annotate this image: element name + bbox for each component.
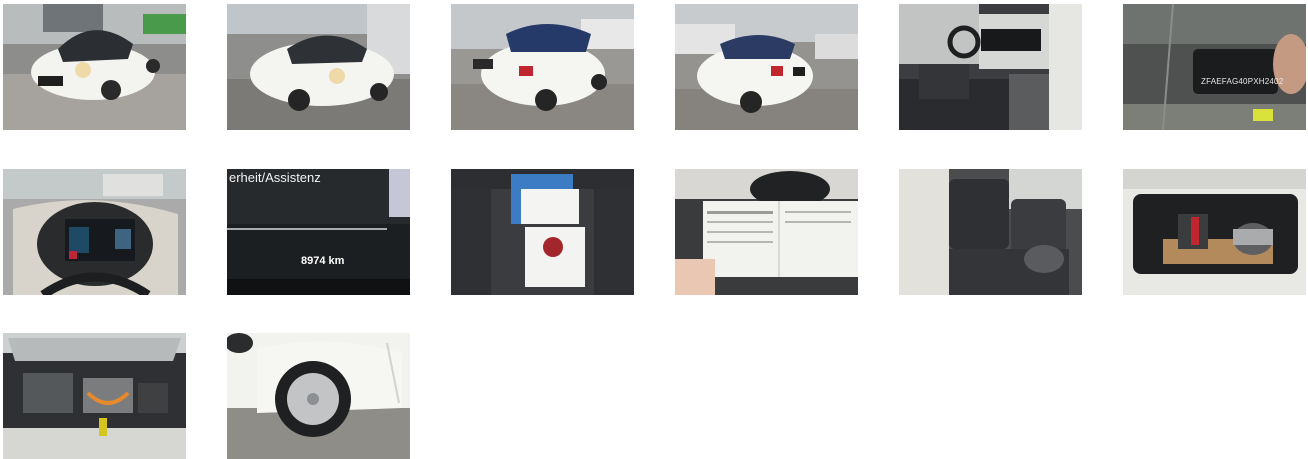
photo-rear-seats[interactable] [899,169,1082,295]
engine-bay-image [3,333,186,459]
photo-interior-front[interactable] [899,4,1082,130]
trunk-image [1123,169,1306,295]
photo-rear-right[interactable] [675,4,858,130]
rear-seats-image [899,169,1082,295]
car-rear-left-image [451,4,634,130]
wheel-detail-image [227,333,410,459]
photo-service-booklet[interactable] [675,169,858,295]
instrument-cluster-image [3,169,186,295]
interior-front-image [899,4,1082,130]
photo-documents[interactable] [451,169,634,295]
photo-gallery: ZFAEFAG40PXH2402 erheit/Assistenz 8974 k… [0,0,1308,459]
photo-rear-left[interactable] [451,4,634,130]
car-rear-right-image [675,4,858,130]
documents-image [451,169,634,295]
service-booklet-image [675,169,858,295]
photo-instrument-cluster[interactable] [3,169,186,295]
photo-engine-bay[interactable] [3,333,186,459]
photo-odometer[interactable]: erheit/Assistenz 8974 km [227,169,410,295]
photo-vin-plate[interactable]: ZFAEFAG40PXH2402 [1123,4,1306,130]
photo-trunk[interactable] [1123,169,1306,295]
car-front-right-image [227,4,410,130]
vin-plate-image [1123,4,1306,130]
photo-front-right[interactable] [227,4,410,130]
photo-front-left[interactable] [3,4,186,130]
odometer-screen-image [227,169,410,295]
photo-wheel-detail[interactable] [227,333,410,459]
car-front-left-image [3,4,186,130]
